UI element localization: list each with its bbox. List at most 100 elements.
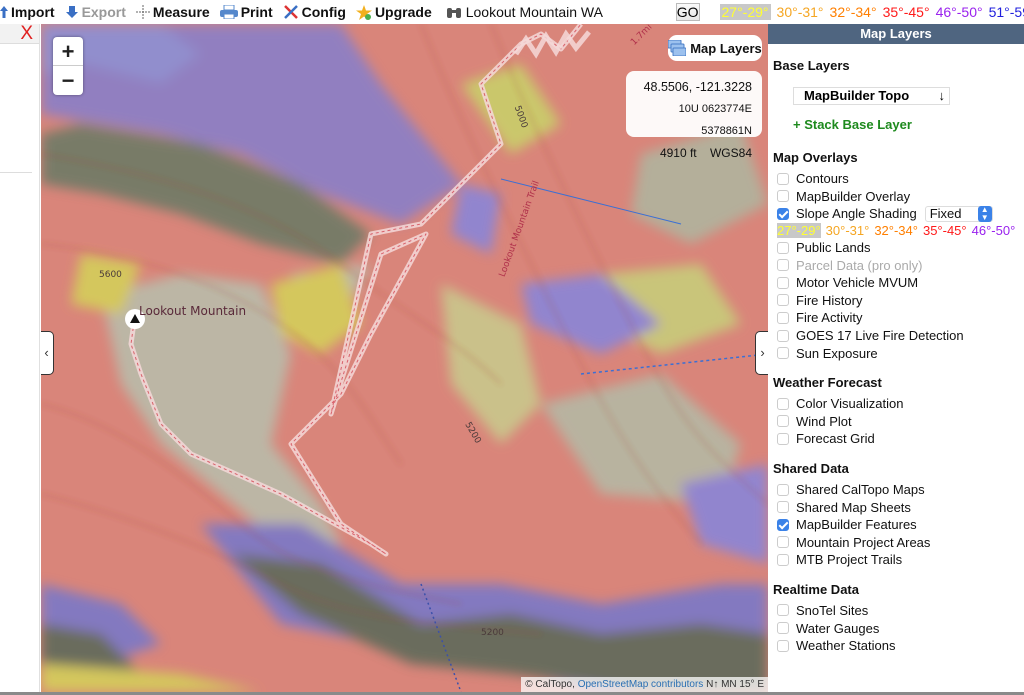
checkbox[interactable] (777, 190, 789, 203)
zoom-in-button[interactable]: + (53, 37, 83, 66)
shared-data-heading: Shared Data (773, 460, 849, 476)
map-layers-panel: Map Layers Base Layers MapBuilder Topo ↓… (768, 24, 1024, 692)
shared-mtb-project-trails[interactable]: MTB Project Trails (777, 551, 1024, 569)
shared-mountain-project-areas[interactable]: Mountain Project Areas (777, 534, 1024, 552)
checkbox[interactable] (777, 536, 789, 549)
upgrade-star-icon (355, 4, 372, 20)
checkbox[interactable] (777, 276, 789, 289)
slope-legend-item: 27°-29° (777, 223, 821, 239)
weather-color-visualization[interactable]: Color Visualization (777, 395, 1024, 413)
weather-wind-plot[interactable]: Wind Plot (777, 413, 1024, 431)
item-label: Motor Vehicle MVUM (796, 275, 919, 291)
overlay-slope-angle-shading[interactable]: Slope Angle Shading Fixed ▲ ▼ (777, 205, 1024, 223)
base-layer-value: MapBuilder Topo (804, 88, 910, 103)
overlay-public-lands[interactable]: Public Lands (777, 239, 1024, 257)
overlay-mapbuilder[interactable]: MapBuilder Overlay (777, 188, 1024, 206)
measure-label: Measure (152, 4, 210, 20)
peak-label: Lookout Mountain (139, 304, 247, 318)
coordinate-readout: 48.5506, -121.3228 10U 0623774E 5378861N… (626, 71, 762, 160)
binoculars-icon (446, 8, 461, 18)
shared-map-sheets[interactable]: Shared Map Sheets (777, 498, 1024, 516)
config-label: Config (301, 4, 346, 20)
shared-mapbuilder-features[interactable]: MapBuilder Features (777, 516, 1024, 534)
item-label: Fire Activity (796, 310, 863, 326)
item-label: Wind Plot (796, 413, 852, 429)
declination-note: N↑ MN 15° E (706, 679, 764, 690)
realtime-weather-stations[interactable]: Weather Stations (777, 637, 1024, 655)
checkbox-checked[interactable] (777, 207, 789, 220)
measure-button[interactable]: Measure (135, 4, 210, 20)
checkbox[interactable] (777, 604, 789, 617)
checkbox[interactable] (777, 241, 789, 254)
item-label: Contours (796, 171, 849, 187)
overlay-goes17[interactable]: GOES 17 Live Fire Detection (777, 327, 1024, 345)
checkbox[interactable] (777, 329, 789, 342)
config-button[interactable]: Config (283, 4, 346, 20)
checkbox[interactable] (777, 639, 789, 652)
overlay-fire-activity[interactable]: Fire Activity (777, 309, 1024, 327)
slope-legend-4: 46°-50° (935, 4, 983, 20)
overlay-fire-history[interactable]: Fire History (777, 292, 1024, 310)
import-button[interactable]: Import (0, 4, 55, 20)
checkbox[interactable] (777, 311, 789, 324)
realtime-snotel-sites[interactable]: SnoTel Sites (777, 602, 1024, 620)
checkbox[interactable] (777, 397, 789, 410)
import-arrow-icon (0, 6, 8, 18)
collapse-right-panel-tab[interactable]: › (755, 331, 768, 375)
realtime-water-gauges[interactable]: Water Gauges (777, 619, 1024, 637)
go-button[interactable]: GO (675, 3, 700, 21)
checkbox[interactable] (777, 415, 789, 428)
item-label: MapBuilder Overlay (796, 188, 911, 204)
map-layers-button[interactable]: Map Layers (668, 35, 762, 61)
export-label: Export (81, 4, 126, 20)
datum-readout: WGS84 (709, 146, 752, 160)
select-spinner-icon: ▲ ▼ (977, 205, 992, 222)
checkbox[interactable] (777, 347, 789, 360)
print-button[interactable]: Print (219, 4, 273, 20)
checkbox[interactable] (777, 294, 789, 307)
checkbox-checked[interactable] (777, 518, 789, 531)
item-label: GOES 17 Live Fire Detection (796, 328, 964, 344)
slope-legend-panel: 27°-29° 30°-31° 32°-34° 35°-45° 46°-50° (777, 223, 1024, 239)
item-label: Water Gauges (796, 620, 880, 636)
slope-legend-item: 32°-34° (874, 223, 918, 239)
item-label: Color Visualization (796, 396, 904, 412)
config-tools-icon (283, 5, 298, 19)
zoom-out-button[interactable]: − (53, 66, 83, 95)
slope-mode-select[interactable]: Fixed ▲ ▼ (924, 205, 993, 222)
stack-base-layer-link[interactable]: + Stack Base Layer (793, 117, 1024, 132)
shared-caltopo-maps[interactable]: Shared CalTopo Maps (777, 481, 1024, 499)
overlay-contours[interactable]: Contours (777, 170, 1024, 188)
osm-attribution-link[interactable]: OpenStreetMap contributors (578, 679, 704, 690)
checkbox[interactable] (777, 622, 789, 635)
import-label: Import (11, 4, 55, 20)
overlay-sun-exposure[interactable]: Sun Exposure (777, 344, 1024, 362)
base-layer-select[interactable]: MapBuilder Topo ↓ (793, 87, 950, 105)
close-panel-button[interactable]: X (20, 23, 33, 45)
upgrade-button[interactable]: Upgrade (355, 4, 432, 20)
map-view[interactable]: 5600 5000 5200 5200 Lookout Mountain Tra… (41, 24, 768, 692)
checkbox[interactable] (777, 483, 789, 496)
left-panel-header: X (0, 23, 39, 45)
item-label: MapBuilder Features (796, 517, 917, 533)
weather-forecast-heading: Weather Forecast (773, 374, 882, 390)
item-label: Shared CalTopo Maps (796, 482, 925, 498)
slope-legend-2: 32°-34° (829, 4, 877, 20)
weather-forecast-grid[interactable]: Forecast Grid (777, 430, 1024, 448)
checkbox[interactable] (777, 432, 789, 445)
item-label: Parcel Data (pro only) (796, 257, 923, 273)
checkbox[interactable] (777, 553, 789, 566)
collapse-left-panel-tab[interactable]: ‹ (41, 331, 54, 375)
slope-legend-item: 46°-50° (971, 223, 1016, 239)
checkbox[interactable] (777, 172, 789, 185)
export-button[interactable]: Export (65, 4, 126, 20)
slope-legend-toolbar: 27°-29° 30°-31° 32°-34° 35°-45° 46°-50° … (719, 4, 1024, 20)
item-label: Fire History (796, 292, 863, 308)
left-panel-divider (0, 172, 32, 173)
map-layers-label: Map Layers (690, 40, 762, 56)
slope-legend-1: 30°-31° (776, 4, 824, 20)
checkbox[interactable] (777, 501, 789, 514)
elevation-readout: 4910 ft (659, 146, 697, 160)
overlay-mvum[interactable]: Motor Vehicle MVUM (777, 274, 1024, 292)
place-search-input[interactable] (465, 4, 656, 20)
